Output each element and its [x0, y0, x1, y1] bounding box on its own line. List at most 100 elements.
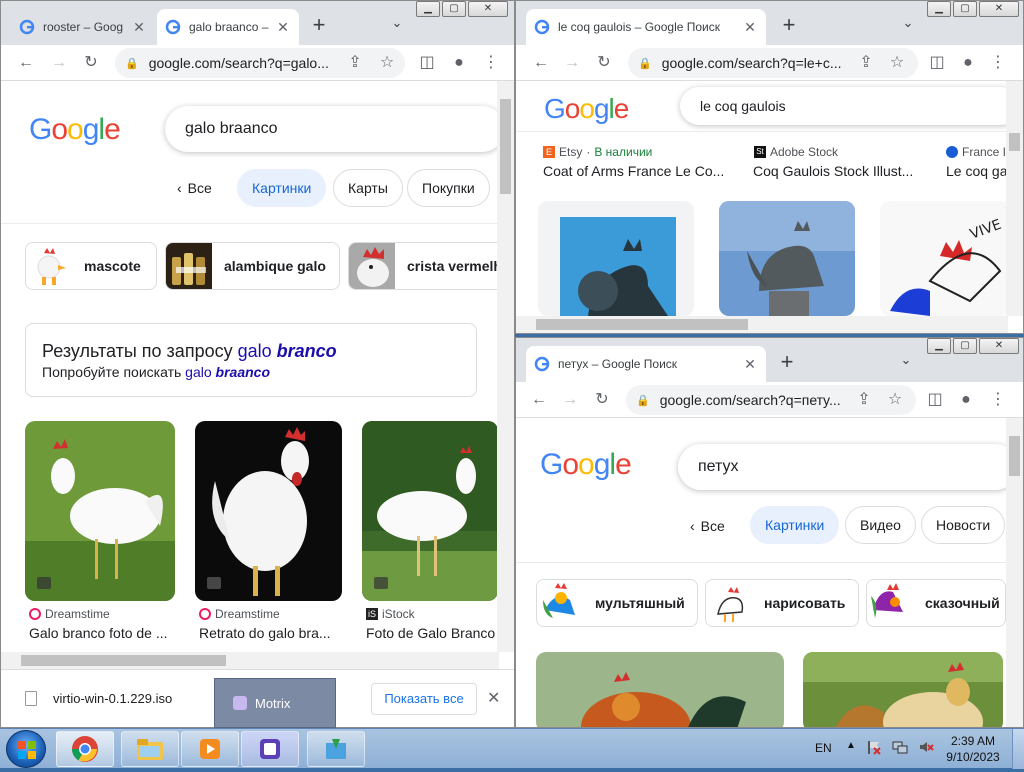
taskbar-motrix-button[interactable]	[241, 731, 299, 767]
maximize-button[interactable]: ▢	[953, 1, 977, 17]
volume-muted-icon[interactable]	[918, 739, 934, 755]
close-tab-icon[interactable]: ✕	[742, 356, 758, 373]
menu-kebab-icon[interactable]: ⋮	[986, 51, 1010, 75]
tab-le-coq-gaulois[interactable]: le coq gaulois – Google Поиск ✕	[526, 9, 766, 45]
minimize-button[interactable]: ▁	[927, 1, 951, 17]
image-result-2[interactable]	[803, 652, 1003, 727]
motrix-preview[interactable]: Motrix	[214, 678, 336, 728]
share-icon[interactable]: ⇪	[852, 388, 876, 412]
back-all-link[interactable]: ‹Все	[177, 180, 212, 196]
back-arrow-icon[interactable]: ←	[529, 51, 553, 75]
result-caption-3[interactable]: Le coq ga	[946, 163, 1008, 179]
show-hidden-icons-icon[interactable]: ▲	[846, 740, 856, 751]
share-icon[interactable]: ⇪	[854, 51, 878, 75]
close-tab-icon[interactable]: ✕	[275, 19, 291, 36]
tab-rooster[interactable]: rooster – Goog ✕	[11, 9, 155, 45]
new-tab-button[interactable]: +	[774, 350, 800, 376]
scroll-thumb[interactable]	[500, 99, 511, 194]
new-tab-button[interactable]: +	[776, 13, 802, 39]
download-filename[interactable]: virtio-win-0.1.229.iso	[53, 691, 172, 706]
result-caption-2[interactable]: Retrato do galo bra...	[199, 625, 342, 641]
profile-avatar-icon[interactable]: ●	[956, 51, 980, 75]
tab-search-dropdown-icon[interactable]: ⌄	[387, 15, 407, 35]
maximize-button[interactable]: ▢	[442, 1, 466, 17]
clock[interactable]: 2:39 AM 9/10/2023	[946, 733, 1000, 765]
tab-search-dropdown-icon[interactable]: ⌄	[898, 15, 918, 35]
close-window-button[interactable]: ✕	[979, 1, 1019, 17]
image-result-2[interactable]	[719, 201, 855, 316]
result-caption-3[interactable]: Foto de Galo Branco ...	[366, 625, 498, 641]
suggestion-cartoon[interactable]: мультяшный	[536, 579, 698, 627]
start-button[interactable]	[6, 730, 46, 768]
reload-icon[interactable]: ↻	[79, 51, 103, 75]
taskbar-installer-button[interactable]	[307, 731, 365, 767]
back-all-link[interactable]: ‹Все	[690, 518, 725, 534]
profile-avatar-icon[interactable]: ●	[447, 51, 471, 75]
show-all-button[interactable]: Показать все	[371, 683, 477, 715]
chip-video[interactable]: Видео	[845, 506, 916, 544]
suggestion-alambique-galo[interactable]: alambique galo	[165, 242, 340, 290]
chip-news[interactable]: Новости	[921, 506, 1005, 544]
share-icon[interactable]: ⇪	[343, 51, 367, 75]
image-result-1[interactable]	[536, 652, 784, 727]
back-arrow-icon[interactable]: ←	[527, 388, 551, 412]
language-indicator[interactable]: EN	[815, 741, 832, 755]
vertical-scrollbar[interactable]	[497, 81, 514, 652]
minimize-button[interactable]: ▁	[927, 338, 951, 354]
forward-arrow-icon[interactable]: →	[558, 388, 582, 412]
suggestion-crista-vermelha[interactable]: crista vermelh	[348, 242, 508, 290]
show-desktop-button[interactable]	[1012, 729, 1024, 769]
menu-kebab-icon[interactable]: ⋮	[479, 51, 503, 75]
chip-shopping[interactable]: Покупки	[407, 169, 490, 207]
scroll-thumb[interactable]	[1009, 133, 1020, 151]
scroll-thumb[interactable]	[1009, 436, 1020, 476]
bookmark-star-icon[interactable]: ☆	[883, 388, 907, 412]
new-tab-button[interactable]: +	[306, 13, 332, 39]
image-result-3[interactable]	[362, 421, 498, 601]
taskbar-explorer-button[interactable]	[121, 731, 179, 767]
menu-kebab-icon[interactable]: ⋮	[986, 388, 1010, 412]
result-caption-2[interactable]: Coq Gaulois Stock Illust...	[753, 163, 928, 179]
chip-images[interactable]: Картинки	[237, 169, 326, 207]
google-logo[interactable]: Google	[544, 93, 628, 125]
close-window-button[interactable]: ✕	[468, 1, 508, 17]
forward-arrow-icon[interactable]: →	[560, 51, 584, 75]
maximize-button[interactable]: ▢	[953, 338, 977, 354]
network-icon[interactable]	[892, 739, 908, 755]
google-logo[interactable]: Google	[540, 448, 631, 482]
chip-maps[interactable]: Карты	[333, 169, 403, 207]
image-result-2[interactable]	[195, 421, 342, 601]
close-window-button[interactable]: ✕	[979, 338, 1019, 354]
minimize-button[interactable]: ▁	[416, 1, 440, 17]
result-caption-1[interactable]: Coat of Arms France Le Co...	[543, 163, 738, 179]
profile-avatar-icon[interactable]: ●	[954, 388, 978, 412]
google-logo[interactable]: Google	[29, 113, 120, 147]
horizontal-scrollbar[interactable]	[516, 316, 1008, 333]
original-query-link[interactable]: galo braanco	[185, 364, 270, 380]
suggestion-fairytale[interactable]: сказочный	[866, 579, 1006, 627]
scroll-thumb[interactable]	[536, 319, 748, 330]
bookmark-star-icon[interactable]: ☆	[375, 51, 399, 75]
vertical-scrollbar[interactable]	[1006, 81, 1023, 316]
bookmark-star-icon[interactable]: ☆	[885, 51, 909, 75]
corrected-query-link[interactable]: galo branco	[238, 341, 337, 361]
tab-galo-braanco[interactable]: galo braanco – ✕	[157, 9, 299, 45]
result-caption-1[interactable]: Galo branco foto de ...	[29, 625, 175, 641]
forward-arrow-icon[interactable]: →	[47, 51, 71, 75]
search-input[interactable]: galo braanco	[165, 106, 505, 152]
image-result-1[interactable]	[25, 421, 175, 601]
side-panel-icon[interactable]: ◫	[415, 51, 439, 75]
suggestion-mascote[interactable]: mascote	[25, 242, 157, 290]
tab-petukh[interactable]: петух – Google Поиск ✕	[526, 346, 766, 382]
vertical-scrollbar[interactable]	[1006, 418, 1023, 727]
tab-search-dropdown-icon[interactable]: ⌄	[896, 352, 916, 372]
image-result-1[interactable]	[538, 201, 694, 316]
side-panel-icon[interactable]: ◫	[923, 388, 947, 412]
taskbar-media-player-button[interactable]	[181, 731, 239, 767]
reload-icon[interactable]: ↻	[590, 388, 614, 412]
back-arrow-icon[interactable]: ←	[14, 51, 38, 75]
suggestion-drawn[interactable]: нарисовать	[705, 579, 859, 627]
close-tab-icon[interactable]: ✕	[131, 19, 147, 36]
horizontal-scrollbar[interactable]	[1, 652, 499, 669]
image-result-3[interactable]: VIVE	[880, 201, 1010, 316]
